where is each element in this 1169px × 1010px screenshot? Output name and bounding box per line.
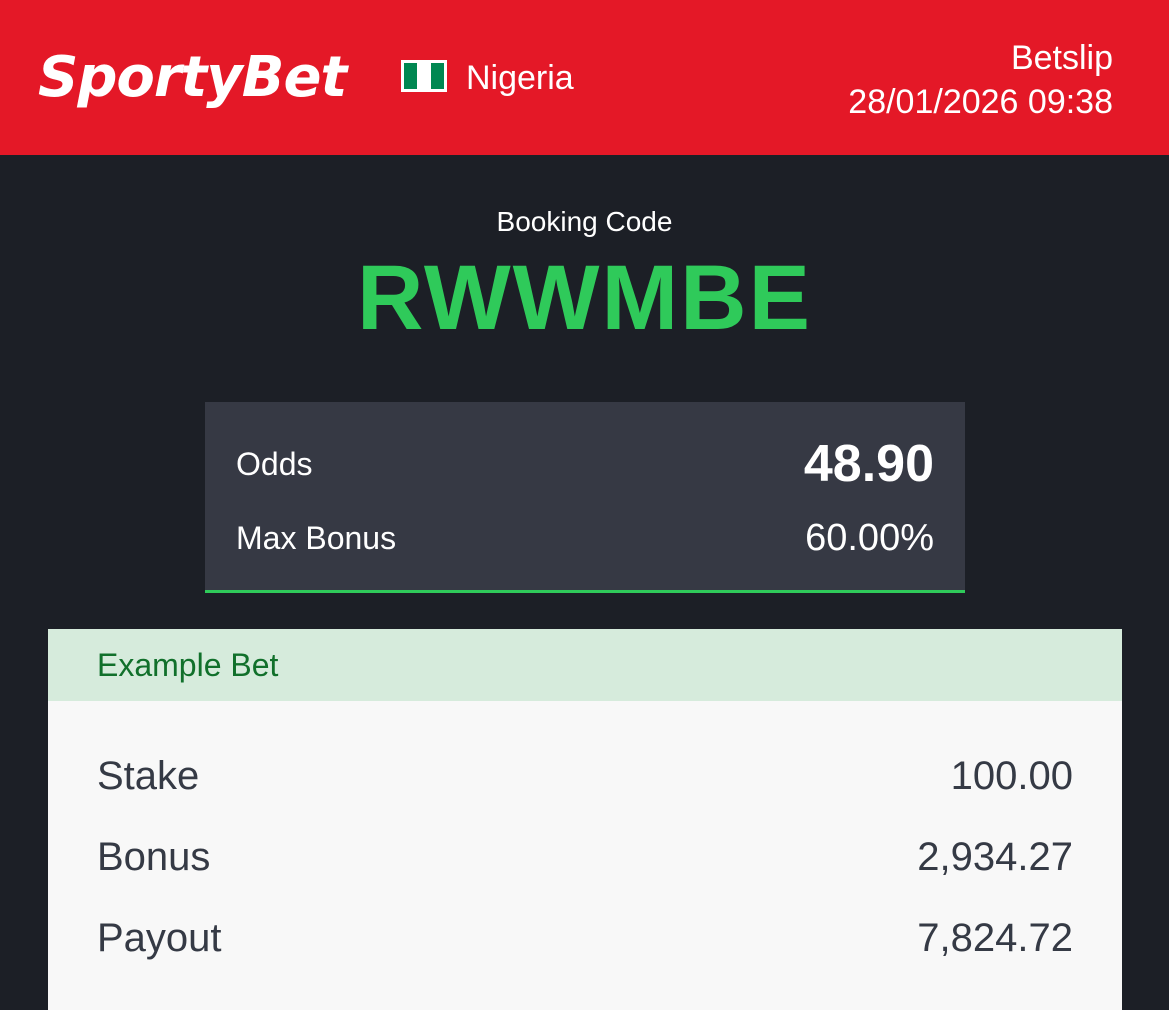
sportybet-logo[interactable]: SportyBet bbox=[38, 38, 347, 118]
odds-value: 48.90 bbox=[803, 435, 934, 493]
example-bet-card: Example Bet Stake 100.00 Bonus 2,934.27 … bbox=[48, 629, 1122, 1010]
header-bar: SportyBet Nigeria Betslip 28/01/2026 09:… bbox=[0, 0, 1169, 155]
payout-value: 7,824.72 bbox=[917, 916, 1073, 960]
nigeria-flag-icon bbox=[401, 60, 447, 92]
booking-code-label: Booking Code bbox=[496, 206, 673, 237]
country-label: Nigeria bbox=[466, 59, 574, 97]
header-info: Betslip 28/01/2026 09:38 bbox=[848, 36, 1113, 124]
page-title: Betslip bbox=[1010, 39, 1113, 77]
example-bet-title: Example Bet bbox=[48, 629, 1122, 701]
payout-label: Payout bbox=[97, 916, 222, 960]
bonus-value: 2,934.27 bbox=[917, 835, 1073, 879]
payout-row: Payout 7,824.72 bbox=[97, 913, 1073, 963]
stake-row: Stake 100.00 bbox=[97, 751, 1073, 801]
datetime-label: 28/01/2026 09:38 bbox=[848, 83, 1113, 121]
max-bonus-row: Max Bonus 60.00% bbox=[236, 514, 934, 562]
booking-code: RWWMBE bbox=[357, 247, 812, 349]
bonus-row: Bonus 2,934.27 bbox=[97, 832, 1073, 882]
odds-row: Odds 48.90 bbox=[236, 435, 934, 493]
max-bonus-label: Max Bonus bbox=[236, 519, 397, 556]
odds-label: Odds bbox=[236, 445, 313, 482]
odds-summary-box: Odds 48.90 Max Bonus 60.00% bbox=[205, 402, 965, 593]
stake-value: 100.00 bbox=[950, 754, 1073, 798]
bonus-label: Bonus bbox=[97, 835, 211, 879]
stake-label: Stake bbox=[97, 754, 200, 798]
max-bonus-value: 60.00% bbox=[805, 516, 934, 559]
